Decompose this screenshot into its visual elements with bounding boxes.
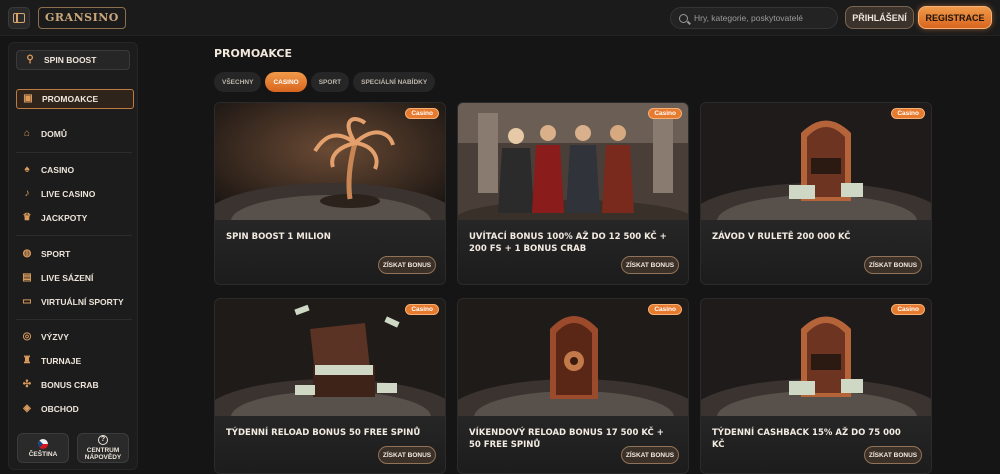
casino-badge: Casino: [891, 304, 925, 315]
sidebar-item-label: VÝZVY: [41, 332, 69, 342]
claim-bonus-button[interactable]: ZÍSKAT BONUS: [378, 256, 436, 274]
sidebar-item-promotions[interactable]: ▣ PROMOAKCE: [16, 89, 134, 109]
sidebar-toggle-button[interactable]: [8, 7, 30, 29]
promo-title: ZÁVOD V RULETĚ 200 000 KČ: [712, 232, 851, 242]
sidebar-item-label: LIVE SÁZENÍ: [41, 273, 94, 283]
help-label: CENTRUM: [86, 447, 120, 454]
search-box[interactable]: [670, 7, 838, 29]
sidebar-item-casino[interactable]: ♠ CASINO: [22, 162, 74, 178]
casino-badge: Casino: [648, 108, 682, 119]
sidebar-item-challenges[interactable]: ◎ VÝZVY: [22, 329, 69, 345]
promo-image: Casino: [458, 103, 688, 220]
claim-bonus-button[interactable]: ZÍSKAT BONUS: [864, 256, 922, 274]
live-icon: ▤: [22, 272, 32, 283]
login-button[interactable]: PŘIHLÁŠENÍ: [845, 6, 914, 29]
promo-title: SPIN BOOST 1 MILION: [226, 232, 331, 242]
promo-image: Casino: [701, 103, 931, 220]
sidebar-icon: [13, 13, 25, 23]
promo-card[interactable]: Casino SPIN BOOST 1 MILION ZÍSKAT BONUS: [214, 102, 446, 285]
monitor-icon: ▭: [22, 296, 32, 307]
casino-badge: Casino: [891, 108, 925, 119]
search-icon: [679, 13, 688, 23]
money-chest-image: [215, 299, 445, 416]
casino-badge: Casino: [405, 304, 439, 315]
tab-casino[interactable]: CASINO: [265, 72, 307, 92]
promo-card[interactable]: Casino TÝDENNÍ RELOAD BONUS 50 FREE SPIN…: [214, 298, 446, 474]
microphone-icon: ♪: [24, 188, 30, 199]
sidebar-item-live-casino[interactable]: ♪ LIVE CASINO: [22, 186, 96, 202]
slot-machine-image: [701, 299, 931, 416]
sidebar-item-label: PROMOAKCE: [42, 94, 99, 104]
sidebar-item-label: BONUS CRAB: [41, 380, 99, 390]
sidebar-item-label: CASINO: [41, 165, 75, 175]
gift-icon: ▣: [23, 93, 33, 104]
promo-image: Casino: [215, 299, 445, 416]
sidebar-item-label: JACKPOTY: [41, 213, 88, 223]
sidebar-item-bonus-crab[interactable]: ✣ BONUS CRAB: [22, 377, 99, 393]
czech-flag-icon: [38, 438, 48, 449]
help-label: NÁPOVĚDY: [84, 454, 122, 461]
claim-bonus-button[interactable]: ZÍSKAT BONUS: [378, 446, 436, 464]
help-center-button[interactable]: ? CENTRUM NÁPOVĚDY: [77, 433, 129, 463]
help-icon: ?: [98, 435, 108, 445]
promo-image: Casino: [215, 103, 445, 220]
tab-sport[interactable]: SPORT: [310, 72, 350, 92]
sidebar-item-tournaments[interactable]: ♜ TURNAJE: [22, 353, 82, 369]
target-icon: ◎: [22, 331, 32, 342]
palm-image: [215, 103, 445, 220]
sidebar-item-label: DOMŮ: [41, 129, 67, 139]
people-image: [458, 103, 688, 220]
slot-machine-image: [701, 103, 931, 220]
promo-card[interactable]: Casino ZÁVOD V RULETĚ 200 000 KČ ZÍSKAT …: [700, 102, 932, 285]
promo-title: TÝDENNÍ RELOAD BONUS 50 FREE SPINŮ: [226, 428, 421, 438]
sidebar-item-home[interactable]: ⌂ DOMŮ: [22, 126, 67, 142]
promo-card[interactable]: Casino TÝDENNÍ CASHBACK 15% AŽ DO 75 000…: [700, 298, 932, 474]
sidebar-item-shop[interactable]: ◈ OBCHOD: [22, 401, 79, 417]
claim-bonus-button[interactable]: ZÍSKAT BONUS: [621, 256, 679, 274]
shop-icon: ◈: [23, 403, 31, 414]
sidebar: ⚲ SPIN BOOST ▣ PROMOAKCE ⌂ DOMŮ ♠ CASINO…: [8, 42, 138, 470]
casino-icon: ♠: [24, 164, 30, 175]
promo-card[interactable]: Casino VÍKENDOVÝ RELOAD BONUS 17 500 KČ …: [457, 298, 689, 474]
spin-boost-button[interactable]: ⚲ SPIN BOOST: [16, 50, 130, 70]
trophy-icon: ♜: [22, 355, 32, 366]
sidebar-item-label: SPORT: [41, 249, 71, 259]
crab-icon: ✣: [22, 379, 32, 390]
logo[interactable]: GRANSINO: [38, 7, 126, 29]
sidebar-item-label: OBCHOD: [41, 404, 79, 414]
sidebar-item-jackpots[interactable]: ♛ JACKPOTY: [22, 210, 88, 226]
claim-bonus-button[interactable]: ZÍSKAT BONUS: [621, 446, 679, 464]
divider: [16, 319, 132, 320]
ball-icon: ◍: [22, 248, 32, 259]
safe-image: [458, 299, 688, 416]
divider: [16, 235, 132, 236]
tab-special-offers[interactable]: SPECIÁLNÍ NABÍDKY: [353, 72, 436, 92]
casino-badge: Casino: [648, 304, 682, 315]
search-input[interactable]: [694, 13, 834, 23]
promo-image: Casino: [701, 299, 931, 416]
spin-boost-label: SPIN BOOST: [44, 55, 97, 65]
register-button[interactable]: REGISTRACE: [918, 6, 992, 29]
divider: [16, 152, 132, 153]
tab-all[interactable]: VŠECHNY: [214, 72, 262, 92]
sidebar-item-sport[interactable]: ◍ SPORT: [22, 246, 71, 262]
category-tabs: VŠECHNY CASINO SPORT SPECIÁLNÍ NABÍDKY: [214, 72, 436, 92]
sidebar-item-live-betting[interactable]: ▤ LIVE SÁZENÍ: [22, 270, 93, 286]
promo-card[interactable]: Casino UVÍTACÍ BONUS 100% AŽ DO 12 500 K…: [457, 102, 689, 285]
page-title: PROMOAKCE: [214, 47, 293, 60]
claim-bonus-button[interactable]: ZÍSKAT BONUS: [864, 446, 922, 464]
language-button[interactable]: ČEŠTINA: [17, 433, 69, 463]
top-bar: GRANSINO PŘIHLÁŠENÍ REGISTRACE: [0, 0, 1000, 36]
home-icon: ⌂: [23, 128, 31, 139]
spin-icon: ⚲: [26, 54, 34, 65]
sidebar-item-label: LIVE CASINO: [41, 189, 96, 199]
sidebar-item-label: VIRTUÁLNÍ SPORTY: [41, 297, 124, 307]
sidebar-item-label: TURNAJE: [41, 356, 82, 366]
language-label: ČEŠTINA: [28, 450, 58, 458]
casino-badge: Casino: [405, 108, 439, 119]
promo-title: UVÍTACÍ BONUS 100% AŽ DO 12 500 KČ + 200…: [469, 232, 667, 254]
sidebar-item-virtual-sports[interactable]: ▭ VIRTUÁLNÍ SPORTY: [22, 294, 124, 310]
jackpot-icon: ♛: [22, 212, 32, 223]
promo-image: Casino: [458, 299, 688, 416]
